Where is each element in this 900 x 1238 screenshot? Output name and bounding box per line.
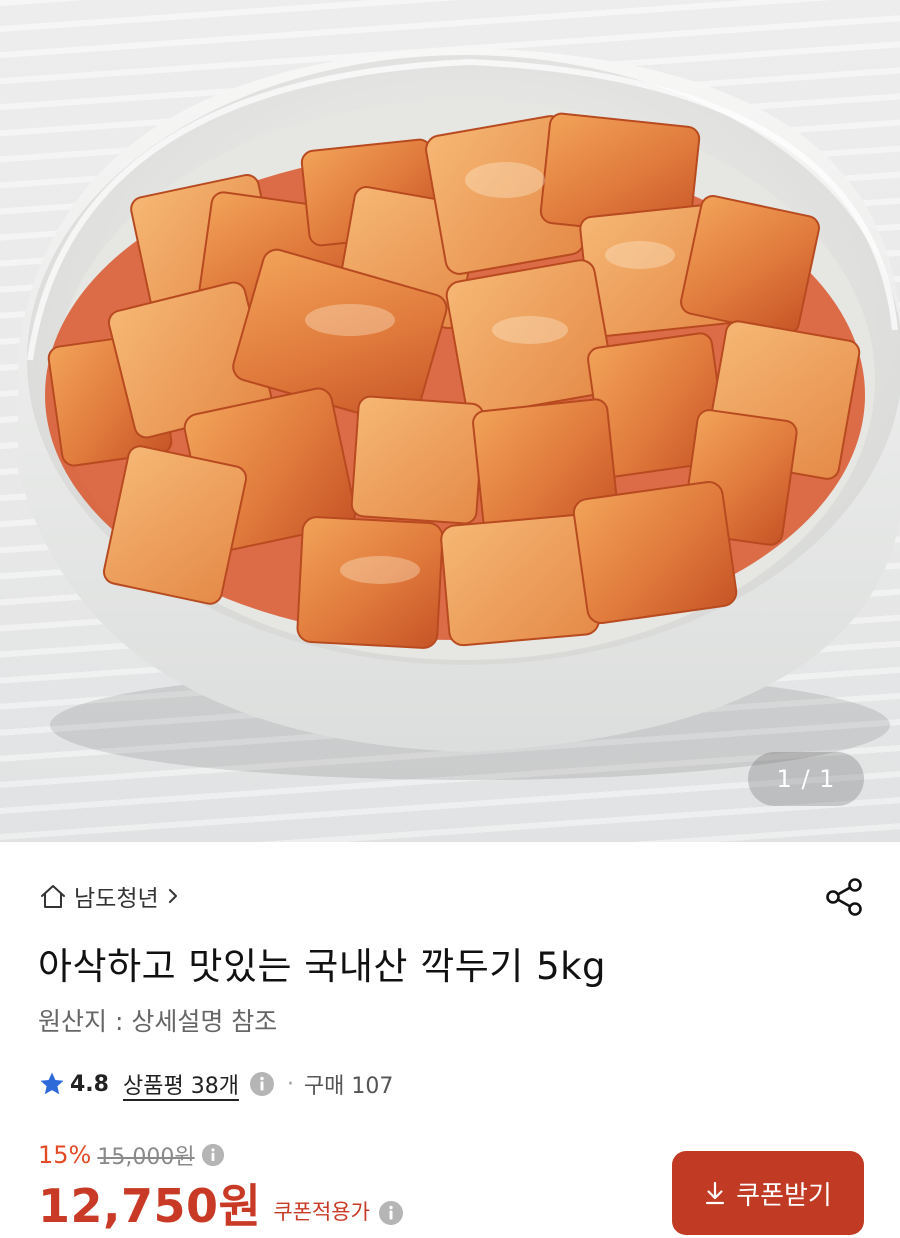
kkakdugi-bowl-illustration xyxy=(18,48,900,780)
separator-dot: · xyxy=(286,1071,294,1097)
store-link[interactable]: 남도청년 xyxy=(38,878,181,914)
product-origin: 원산지 : 상세설명 참조 xyxy=(38,1007,278,1036)
original-price: 15,000원 xyxy=(97,1145,195,1170)
sale-price: 12,750원 xyxy=(38,1179,262,1233)
discount-row: 15% 15,000원 xyxy=(38,1138,225,1172)
info-icon[interactable] xyxy=(249,1071,275,1097)
home-icon xyxy=(41,885,65,908)
coupon-price-label: 쿠폰적용가 xyxy=(273,1200,370,1224)
product-title: 아삭하고 맛있는 국내산 깍두기 5kg xyxy=(38,945,607,988)
get-coupon-button[interactable]: 쿠폰받기 xyxy=(672,1151,864,1235)
star-icon xyxy=(40,1072,64,1095)
image-pager: 1 / 1 xyxy=(748,752,864,806)
share-icon[interactable] xyxy=(824,876,866,918)
download-icon xyxy=(706,1181,725,1205)
get-coupon-label: 쿠폰받기 xyxy=(736,1180,832,1211)
price-row: 12,750원 쿠폰적용가 xyxy=(38,1178,404,1234)
review-count-link[interactable]: 상품평 38개 xyxy=(123,1068,239,1100)
product-image[interactable]: 1 / 1 xyxy=(0,0,900,842)
discount-rate: 15% xyxy=(38,1141,92,1169)
store-name: 남도청년 xyxy=(74,886,159,912)
product-info: 남도청년 아삭하고 맛있는 국내산 깍두기 5kg 원산지 : 상세설명 참조 … xyxy=(0,842,900,1238)
info-icon[interactable] xyxy=(378,1200,404,1226)
chevron-right-icon xyxy=(168,889,177,903)
rating-value: 4.8 xyxy=(70,1071,109,1097)
info-icon[interactable] xyxy=(201,1143,225,1167)
rating-row: 4.8 상품평 38개 · 구매 107 xyxy=(38,1066,393,1102)
purchase-count: 구매 107 xyxy=(303,1074,394,1099)
